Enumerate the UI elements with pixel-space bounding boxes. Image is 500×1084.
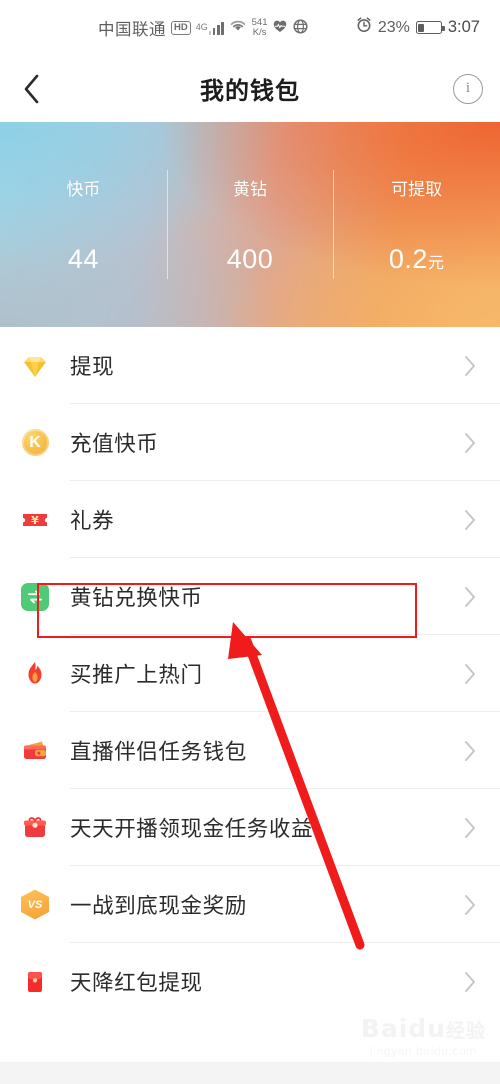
watermark-url: jingyan.baidu.com xyxy=(369,1044,477,1058)
clock-label: 3:07 xyxy=(447,18,480,36)
network-type-label: 4G xyxy=(195,21,208,32)
list-item-label: 买推广上热门 xyxy=(70,663,203,687)
stat-unit: 元 xyxy=(427,254,445,272)
list-item-withdraw[interactable]: 提现 xyxy=(0,327,500,404)
watermark-brand-cn: 经验 xyxy=(445,1020,486,1042)
stat-label: 快币 xyxy=(66,179,101,199)
battery-icon xyxy=(415,21,445,34)
stat-value: 0.2元 xyxy=(389,244,445,275)
alarm-clock-icon xyxy=(356,17,372,38)
stat-number: 44 xyxy=(67,243,99,274)
wallet-menu-list: 提现 K 充值快币 ¥ 礼券 黄钻兑换快币 买推广上热门 直播伴侣任务钱包 天天… xyxy=(0,327,500,1020)
bottom-strip xyxy=(0,1062,500,1084)
list-item-label: 天降红包提现 xyxy=(70,971,203,995)
info-button[interactable]: i xyxy=(436,55,500,122)
list-item-coupon[interactable]: ¥ 礼券 xyxy=(0,481,500,558)
stat-huangzuan[interactable]: 黄钻 400 xyxy=(166,122,334,327)
nav-header: 我的钱包 i xyxy=(0,55,500,122)
diamond-icon xyxy=(0,351,70,381)
red-packet-icon xyxy=(0,967,70,997)
list-item-exchange[interactable]: 黄钻兑换快币 xyxy=(0,558,500,635)
status-bar-left: 中国联通 HD 4G 541 K/s xyxy=(98,16,309,40)
chevron-right-icon xyxy=(464,586,476,608)
chevron-right-icon xyxy=(464,971,476,993)
balance-stats: 快币 44 黄钻 400 可提取 0.2元 xyxy=(0,122,500,327)
list-item-live-partner-wallet[interactable]: 直播伴侣任务钱包 xyxy=(0,712,500,789)
stat-withdrawable[interactable]: 可提取 0.2元 xyxy=(333,122,500,327)
info-circle-icon: i xyxy=(453,73,483,104)
signal-bars-icon: 4G xyxy=(196,21,224,35)
exchange-icon xyxy=(0,582,70,611)
list-item-daily-cash-task[interactable]: 天天开播领现金任务收益 xyxy=(0,789,500,866)
chevron-right-icon xyxy=(464,894,476,916)
balance-banner: 快币 44 黄钻 400 可提取 0.2元 xyxy=(0,122,500,327)
stat-kuaibi[interactable]: 快币 44 xyxy=(0,122,167,327)
page-title: 我的钱包 xyxy=(200,78,300,105)
stat-value: 400 xyxy=(227,244,274,275)
wallet-icon xyxy=(0,736,70,766)
speed-unit: K/s xyxy=(252,26,267,38)
list-item-label: 提现 xyxy=(70,355,115,379)
network-speed-indicator: 541 K/s xyxy=(252,17,268,38)
chevron-left-icon xyxy=(22,73,42,105)
stat-number: 0.2 xyxy=(388,243,428,274)
stat-label: 可提取 xyxy=(391,179,443,199)
list-item-label: 直播伴侣任务钱包 xyxy=(70,740,247,764)
list-item-label: 充值快币 xyxy=(70,432,159,456)
stat-label: 黄钻 xyxy=(233,179,267,199)
k-coin-icon: K xyxy=(0,429,70,456)
chevron-right-icon xyxy=(464,355,476,377)
chevron-right-icon xyxy=(464,740,476,762)
battery-percent-label: 23% xyxy=(377,18,410,36)
vs-hexagon-icon: VS xyxy=(0,889,70,920)
gift-box-icon xyxy=(0,813,70,843)
list-item-recharge[interactable]: K 充值快币 xyxy=(0,404,500,481)
flame-icon xyxy=(0,659,70,689)
status-bar: 中国联通 HD 4G 541 K/s 23% 3:07 xyxy=(0,0,500,55)
back-button[interactable] xyxy=(0,55,64,122)
list-item-red-packet-withdraw[interactable]: 天降红包提现 xyxy=(0,943,500,1020)
baidu-watermark: Baidu经验 jingyan.baidu.com xyxy=(361,1014,486,1058)
list-item-label: 天天开播领现金任务收益 xyxy=(70,817,314,841)
chevron-right-icon xyxy=(464,509,476,531)
list-item-promotion[interactable]: 买推广上热门 xyxy=(0,635,500,712)
list-item-label: 黄钻兑换快币 xyxy=(70,586,203,610)
svg-text:¥: ¥ xyxy=(31,514,39,527)
wifi-icon xyxy=(229,18,247,37)
status-bar-right: 23% 3:07 xyxy=(356,17,480,38)
list-item-label: 一战到底现金奖励 xyxy=(70,894,247,918)
stat-value: 44 xyxy=(68,244,99,275)
globe-icon xyxy=(293,18,309,37)
carrier-label: 中国联通 xyxy=(98,20,166,39)
stat-number: 400 xyxy=(226,243,274,274)
heart-icon xyxy=(272,19,288,36)
chevron-right-icon xyxy=(464,432,476,454)
list-item-label: 礼券 xyxy=(70,509,115,533)
chevron-right-icon xyxy=(464,663,476,685)
list-item-vs-cash-reward[interactable]: VS 一战到底现金奖励 xyxy=(0,866,500,943)
hd-icon: HD xyxy=(171,20,191,35)
chevron-right-icon xyxy=(464,817,476,839)
coupon-icon: ¥ xyxy=(0,505,70,535)
